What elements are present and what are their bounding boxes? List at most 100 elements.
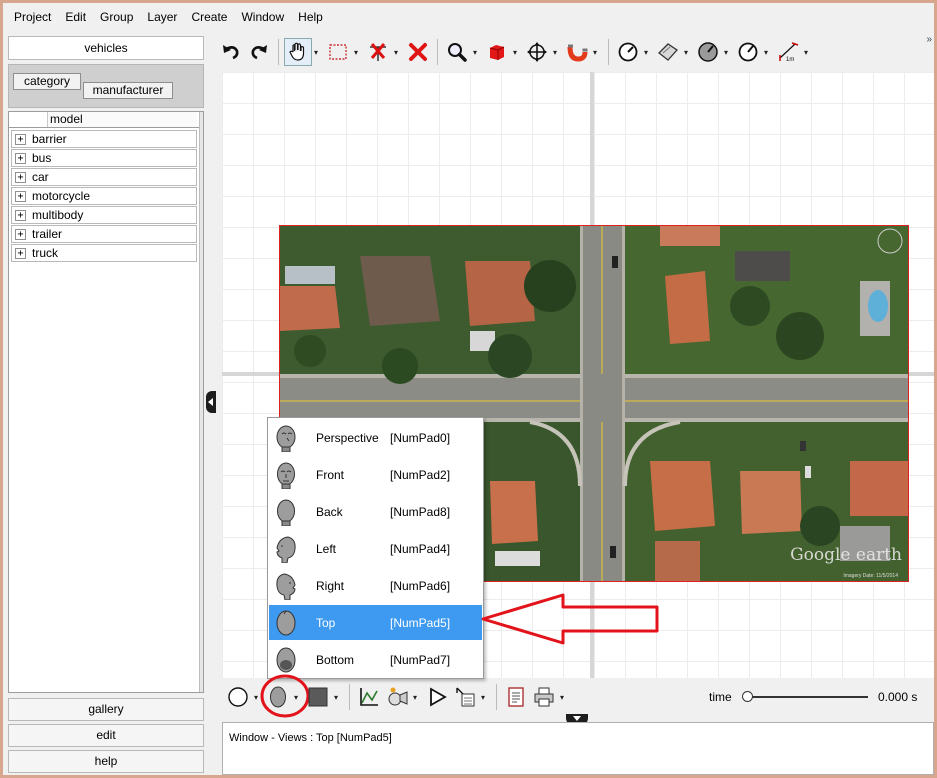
report-button[interactable] (451, 683, 479, 711)
menu-window[interactable]: Window (234, 3, 291, 32)
dropdown-arrow-icon[interactable]: ▾ (332, 693, 340, 702)
menu-help[interactable]: Help (291, 3, 330, 32)
dropdown-arrow-icon[interactable]: ▾ (551, 48, 559, 57)
head-bottom-icon (272, 645, 300, 675)
dropdown-arrow-icon[interactable]: ▾ (471, 48, 479, 57)
magnet-button[interactable] (563, 38, 591, 66)
tab-manufacturer[interactable]: manufacturer (83, 82, 173, 99)
selection-tool-button[interactable] (324, 38, 352, 66)
dropdown-arrow-icon[interactable]: ▾ (558, 693, 566, 702)
play-button[interactable] (423, 683, 451, 711)
delete-button[interactable] (404, 38, 432, 66)
menu-group[interactable]: Group (93, 3, 140, 32)
edit-button[interactable]: edit (8, 724, 204, 747)
tree-item-barrier[interactable]: + barrier (11, 130, 197, 148)
dropdown-arrow-icon[interactable]: ▾ (762, 48, 770, 57)
view-menu-item-back[interactable]: Back [NumPad8] (269, 494, 482, 529)
scale-ruler-button[interactable]: 1m (774, 38, 802, 66)
view-menu-label: Front (316, 467, 345, 482)
view-menu-shortcut: [NumPad8] (390, 504, 451, 519)
pan-tool-button[interactable] (284, 38, 312, 66)
cube-button[interactable] (483, 38, 511, 66)
head-left-icon (272, 534, 300, 564)
time-slider-track[interactable] (744, 696, 868, 698)
tree-item-label: truck (32, 246, 59, 260)
vehicles-button[interactable]: vehicles (8, 36, 204, 60)
view-menu-item-right[interactable]: Right [NumPad6] (269, 568, 482, 603)
tree-item-multibody[interactable]: + multibody (11, 206, 197, 224)
tree-scrollbar[interactable] (199, 112, 203, 692)
view-menu-popup: Perspective [NumPad0] Front [NumPad2] Ba… (267, 417, 484, 679)
dropdown-arrow-icon[interactable]: ▾ (312, 48, 320, 57)
tree-item-label: car (32, 170, 49, 184)
tree-item-truck[interactable]: + truck (11, 244, 197, 262)
hand-pan-icon (289, 42, 305, 61)
tree-header-label[interactable]: model (47, 112, 197, 127)
dropdown-arrow-icon[interactable]: ▾ (722, 48, 730, 57)
dropdown-arrow-icon[interactable]: ▾ (479, 693, 487, 702)
dropdown-arrow-icon[interactable]: ▾ (591, 48, 599, 57)
surface-button[interactable] (654, 38, 682, 66)
view-button[interactable] (264, 683, 292, 711)
chart-button[interactable] (355, 683, 383, 711)
view-menu-label: Back (316, 504, 343, 519)
move-button[interactable] (523, 38, 551, 66)
help-button[interactable]: help (8, 750, 204, 773)
expand-icon[interactable]: + (15, 133, 26, 145)
dropdown-arrow-icon[interactable]: ▾ (252, 693, 260, 702)
redo-button[interactable] (245, 38, 273, 66)
measure-circle-button[interactable] (734, 38, 762, 66)
menu-create[interactable]: Create (184, 3, 234, 32)
gallery-button[interactable]: gallery (8, 698, 204, 721)
toolbar-overflow-icon[interactable]: » (926, 34, 932, 45)
expand-icon[interactable]: + (15, 247, 26, 259)
tree-item-label: trailer (32, 227, 63, 241)
dropdown-arrow-icon[interactable]: ▾ (411, 693, 419, 702)
menu-project[interactable]: Project (7, 3, 58, 32)
tree-item-trailer[interactable]: + trailer (11, 225, 197, 243)
tree-item-bus[interactable]: + bus (11, 149, 197, 167)
view-menu-item-left[interactable]: Left [NumPad4] (269, 531, 482, 566)
document-button[interactable] (502, 683, 530, 711)
tree-header: model (9, 112, 199, 128)
dropdown-arrow-icon[interactable]: ▾ (682, 48, 690, 57)
zoom-button[interactable] (443, 38, 471, 66)
chart-icon (360, 688, 378, 706)
print-button[interactable] (530, 683, 558, 711)
view-menu-item-top[interactable]: Top [NumPad5] (269, 605, 482, 640)
menu-edit[interactable]: Edit (58, 3, 93, 32)
document-icon (508, 687, 524, 707)
measure-angle-button[interactable] (614, 38, 642, 66)
dropdown-arrow-icon[interactable]: ▾ (642, 48, 650, 57)
menu-bar: Project Edit Group Layer Create Window H… (3, 3, 934, 32)
dropdown-arrow-icon[interactable]: ▾ (511, 48, 519, 57)
view-menu-item-front[interactable]: Front [NumPad2] (269, 457, 482, 492)
view-menu-item-perspective[interactable]: Perspective [NumPad0] (269, 420, 482, 455)
toolbar-separator (608, 39, 609, 65)
collapse-panel-handle[interactable] (206, 391, 216, 413)
camera-icon (388, 687, 408, 706)
tree-item-car[interactable]: + car (11, 168, 197, 186)
time-slider-handle[interactable] (742, 691, 753, 702)
tree-item-motorcycle[interactable]: + motorcycle (11, 187, 197, 205)
expand-icon[interactable]: + (15, 190, 26, 202)
menu-layer[interactable]: Layer (140, 3, 184, 32)
delete-nodes-button[interactable] (364, 38, 392, 66)
gauge-button[interactable] (694, 38, 722, 66)
undo-button[interactable] (217, 38, 245, 66)
camera-button[interactable] (383, 683, 411, 711)
magnet-icon (567, 44, 588, 62)
dropdown-arrow-icon[interactable]: ▾ (802, 48, 810, 57)
circle-button[interactable] (224, 683, 252, 711)
color-button[interactable] (304, 683, 332, 711)
dropdown-arrow-icon[interactable]: ▾ (292, 693, 300, 702)
expand-icon[interactable]: + (15, 152, 26, 164)
tab-category[interactable]: category (13, 73, 81, 90)
expand-icon[interactable]: + (15, 209, 26, 221)
view-menu-item-bottom[interactable]: Bottom [NumPad7] (269, 642, 482, 677)
expand-icon[interactable]: + (15, 228, 26, 240)
tree-item-label: motorcycle (32, 189, 91, 203)
dropdown-arrow-icon[interactable]: ▾ (392, 48, 400, 57)
expand-icon[interactable]: + (15, 171, 26, 183)
dropdown-arrow-icon[interactable]: ▾ (352, 48, 360, 57)
